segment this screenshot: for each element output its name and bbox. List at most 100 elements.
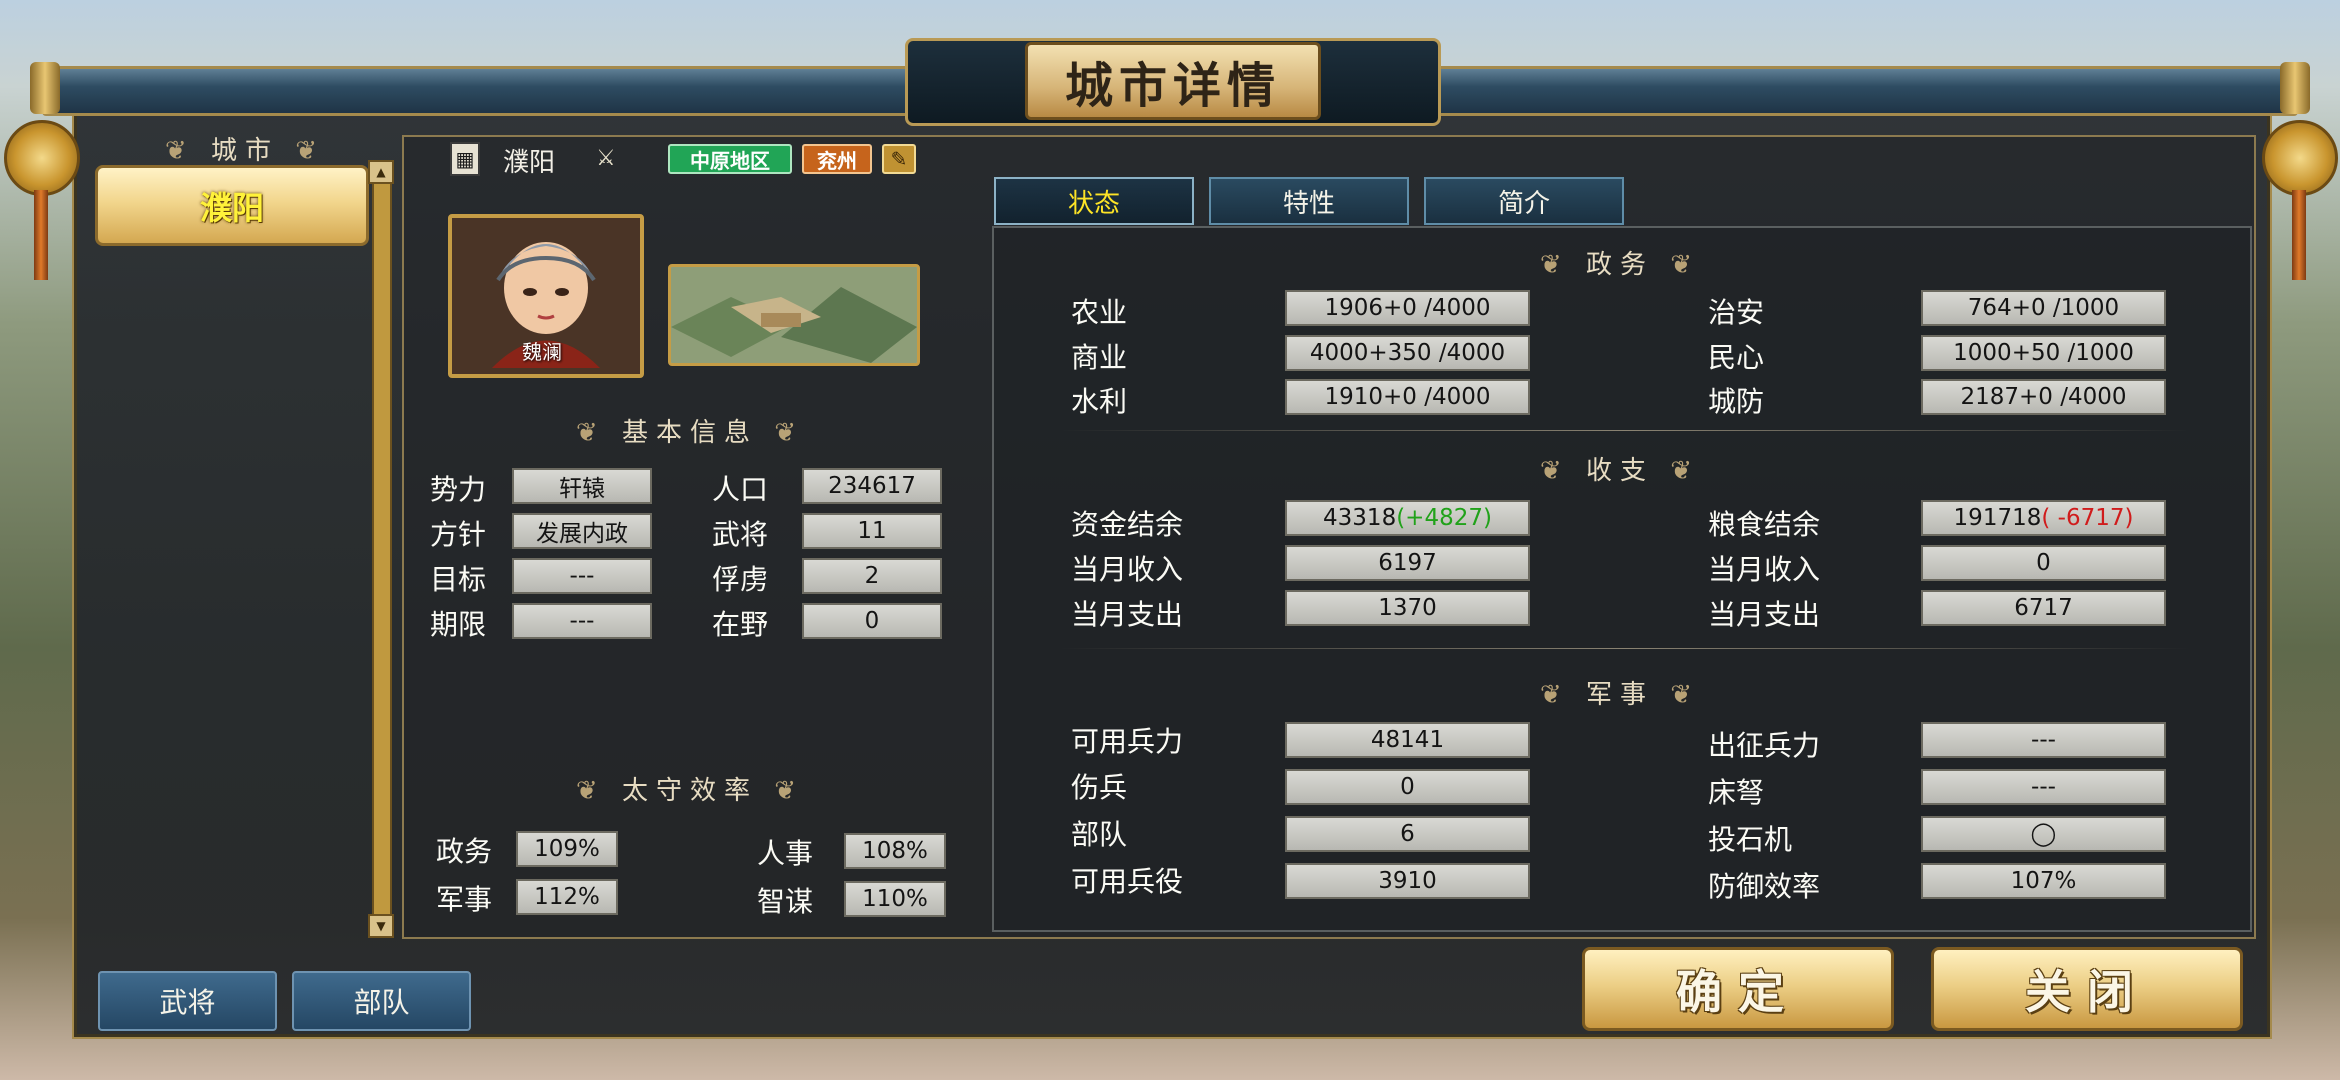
- military-header-label: 军事: [1585, 680, 1654, 710]
- basic-label-population: 人口: [712, 473, 769, 506]
- basic-value-deadline: ---: [512, 603, 652, 639]
- pol-value-commerce: 4000+350 /4000: [1285, 335, 1530, 371]
- basic-info-header: ❦ 基本信息 ❦: [575, 418, 805, 448]
- fin-label-funds: 资金结余: [1071, 508, 1184, 541]
- tab-intro[interactable]: 简介: [1424, 177, 1624, 225]
- basic-label-policy: 方针: [430, 518, 487, 551]
- sword-icon[interactable]: ✎: [882, 144, 916, 174]
- mil-label-troops: 可用兵力: [1071, 725, 1184, 758]
- basic-label-deadline: 期限: [430, 608, 487, 641]
- confirm-button[interactable]: 确定: [1582, 947, 1894, 1031]
- mil-value-deployed: ---: [1921, 722, 2166, 758]
- politics-header-label: 政务: [1585, 250, 1654, 280]
- eff-label-military: 军事: [436, 883, 493, 916]
- pol-label-agriculture: 农业: [1071, 296, 1128, 329]
- basic-value-population: 234617: [802, 468, 942, 504]
- tassel-cord-left: [34, 190, 48, 280]
- basic-label-target: 目标: [430, 563, 487, 596]
- divider: [1060, 648, 2190, 649]
- mil-value-wounded: 0: [1285, 769, 1530, 805]
- eff-label-strategy: 智谋: [757, 885, 814, 918]
- pol-label-security: 治安: [1708, 296, 1765, 329]
- city-list-item[interactable]: 濮阳: [95, 165, 369, 246]
- fin-label-expense: 当月支出: [1071, 598, 1184, 631]
- basic-value-captives: 2: [802, 558, 942, 594]
- basic-label-generals: 武将: [712, 518, 769, 551]
- mil-label-catapult: 投石机: [1708, 823, 1793, 856]
- city-seal-icon: ▦: [450, 142, 480, 176]
- rod-end-right: [2280, 62, 2310, 114]
- basic-info-header-label: 基本信息: [621, 418, 758, 448]
- divider: [1060, 430, 2190, 431]
- city-list-header: ❦ 城市 ❦: [164, 136, 326, 166]
- fin-value-food-expense: 6717: [1921, 590, 2166, 626]
- basic-label-free-officers: 在野: [712, 608, 769, 641]
- close-button[interactable]: 关闭: [1931, 947, 2243, 1031]
- mil-value-ballista: ---: [1921, 769, 2166, 805]
- finance-header: ❦ 收支 ❦: [1539, 456, 1701, 486]
- city-list-scrollbar[interactable]: [372, 163, 392, 937]
- tab-status[interactable]: 状态: [994, 177, 1194, 225]
- eff-value-personnel: 108%: [844, 833, 946, 869]
- fin-value-income: 6197: [1285, 545, 1530, 581]
- city-scene-image: [668, 264, 920, 366]
- confirm-button-label: 确定: [1676, 965, 1800, 1019]
- pol-value-agriculture: 1906+0 /4000: [1285, 290, 1530, 326]
- title-banner: 城市详情: [1025, 42, 1321, 120]
- close-button-label: 关闭: [2025, 965, 2149, 1019]
- tassel-cord-right: [2292, 190, 2306, 280]
- fin-value-food-income: 0: [1921, 545, 2166, 581]
- pol-label-irrigation: 水利: [1071, 385, 1128, 418]
- mil-label-ballista: 床弩: [1708, 776, 1765, 809]
- province-tag: 兖州: [802, 144, 872, 174]
- basic-value-generals: 11: [802, 513, 942, 549]
- fin-label-income: 当月收入: [1071, 553, 1184, 586]
- scroll-up-icon[interactable]: ▲: [368, 160, 394, 184]
- mil-value-troops: 48141: [1285, 722, 1530, 758]
- basic-label-captives: 俘虏: [712, 563, 769, 596]
- pol-value-defense: 2187+0 /4000: [1921, 379, 2166, 415]
- mil-value-units: 6: [1285, 816, 1530, 852]
- finance-header-label: 收支: [1585, 456, 1654, 486]
- mil-value-defense-eff: 107%: [1921, 863, 2166, 899]
- mil-value-conscripts: 3910: [1285, 863, 1530, 899]
- pol-value-morale: 1000+50 /1000: [1921, 335, 2166, 371]
- fin-label-food: 粮食结余: [1708, 508, 1821, 541]
- region-tag: 中原地区: [668, 144, 792, 174]
- fin-value-food: 191718( -6717): [1921, 500, 2166, 536]
- city-list-header-label: 城市: [210, 136, 279, 166]
- pol-label-defense: 城防: [1708, 385, 1765, 418]
- efficiency-header: ❦ 太守效率 ❦: [575, 776, 805, 806]
- mil-value-catapult: ◯: [1921, 816, 2166, 852]
- governor-name: 魏澜: [522, 340, 562, 364]
- fin-food-amount: 191718: [1953, 505, 2042, 531]
- efficiency-header-label: 太守效率: [621, 776, 758, 806]
- basic-value-faction: 轩辕: [512, 468, 652, 504]
- eff-value-politics: 109%: [516, 831, 618, 867]
- politics-header: ❦ 政务 ❦: [1539, 250, 1701, 280]
- city-emblem-icon: ⚔: [596, 146, 616, 171]
- pol-label-morale: 民心: [1708, 341, 1765, 374]
- eff-value-strategy: 110%: [844, 881, 946, 917]
- eff-label-politics: 政务: [436, 835, 493, 868]
- fin-food-delta: ( -6717): [2041, 505, 2134, 531]
- eff-value-military: 112%: [516, 879, 618, 915]
- fin-label-food-income: 当月收入: [1708, 553, 1821, 586]
- city-list-item-label: 濮阳: [199, 188, 264, 227]
- rod-end-left: [30, 62, 60, 114]
- mil-label-conscripts: 可用兵役: [1071, 865, 1184, 898]
- tassel-right-icon: [2262, 120, 2338, 196]
- pol-label-commerce: 商业: [1071, 341, 1128, 374]
- basic-value-policy: 发展内政: [512, 513, 652, 549]
- generals-button[interactable]: 武将: [98, 971, 277, 1031]
- scroll-down-icon[interactable]: ▼: [368, 914, 394, 938]
- fin-value-expense: 1370: [1285, 590, 1530, 626]
- tab-traits[interactable]: 特性: [1209, 177, 1409, 225]
- basic-label-faction: 势力: [430, 473, 487, 506]
- mil-label-deployed: 出征兵力: [1708, 729, 1821, 762]
- troops-button[interactable]: 部队: [292, 971, 471, 1031]
- mil-label-defense-eff: 防御效率: [1708, 870, 1821, 903]
- fin-funds-amount: 43318: [1323, 505, 1397, 531]
- fin-value-funds: 43318 (+4827): [1285, 500, 1530, 536]
- eff-label-personnel: 人事: [757, 837, 814, 870]
